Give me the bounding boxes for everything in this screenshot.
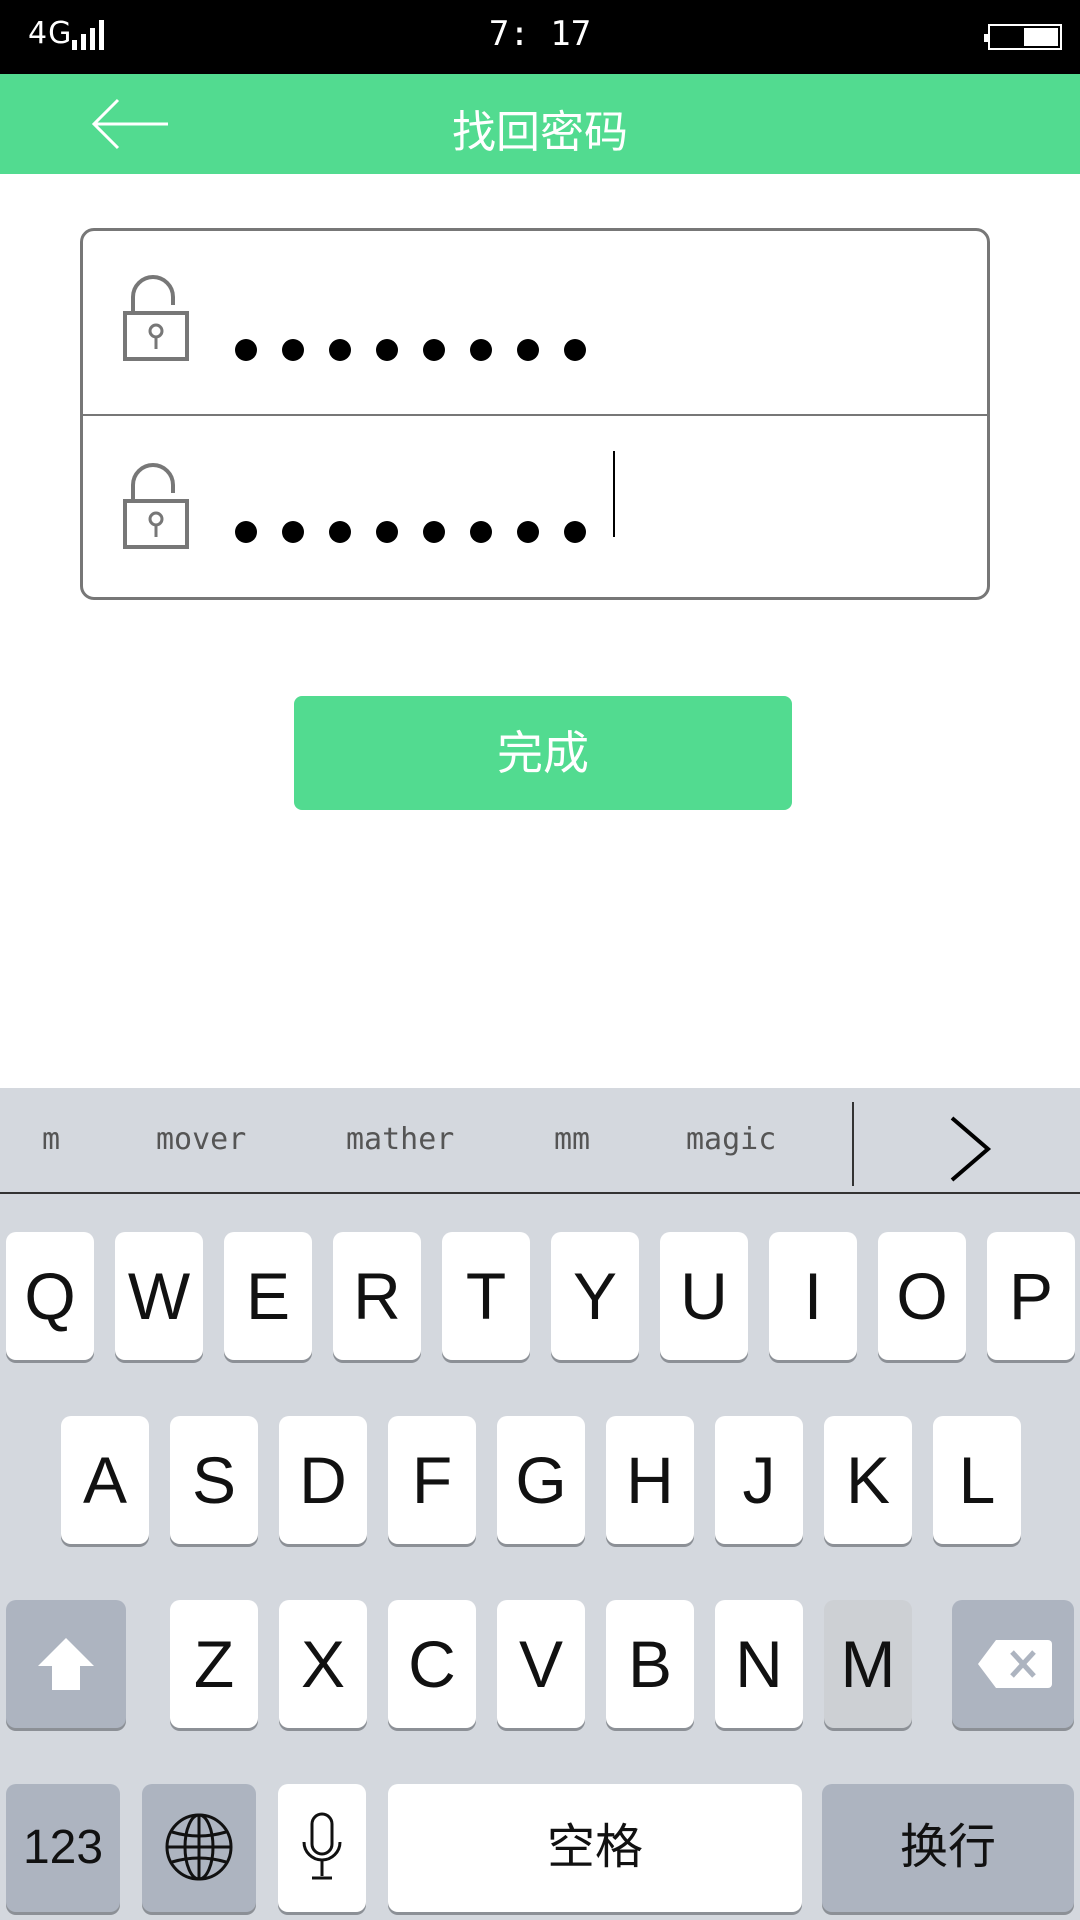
microphone-key[interactable] [278, 1784, 366, 1912]
key-x[interactable]: X [279, 1600, 367, 1728]
microphone-icon [302, 1812, 342, 1880]
key-r[interactable]: R [333, 1232, 421, 1360]
key-o[interactable]: O [878, 1232, 966, 1360]
key-u[interactable]: U [660, 1232, 748, 1360]
key-b[interactable]: B [606, 1600, 694, 1728]
new-password-field[interactable] [83, 231, 987, 415]
key-g[interactable]: G [497, 1416, 585, 1544]
key-p[interactable]: P [987, 1232, 1075, 1360]
key-k[interactable]: K [824, 1416, 912, 1544]
status-bar: 4G 7: 17 [0, 0, 1080, 74]
globe-key[interactable] [142, 1784, 256, 1912]
key-z[interactable]: Z [170, 1600, 258, 1728]
key-n[interactable]: N [715, 1600, 803, 1728]
return-key[interactable]: 换行 [822, 1784, 1074, 1912]
done-button[interactable]: 完成 [294, 696, 792, 810]
clock: 7: 17 [488, 14, 592, 54]
suggestion-bar: m mover mather mm magic [0, 1088, 1080, 1194]
password-mask [235, 339, 586, 361]
suggestion-divider [852, 1102, 854, 1186]
key-l[interactable]: L [933, 1416, 1021, 1544]
app-header: 找回密码 [0, 74, 1080, 174]
key-a[interactable]: A [61, 1416, 149, 1544]
numbers-key[interactable]: 123 [6, 1784, 120, 1912]
shift-key[interactable] [6, 1600, 126, 1728]
password-mask [235, 521, 586, 543]
key-y[interactable]: Y [551, 1232, 639, 1360]
key-m[interactable]: M [824, 1600, 912, 1728]
key-q[interactable]: Q [6, 1232, 94, 1360]
battery-icon [984, 24, 1062, 50]
backspace-icon [978, 1640, 1052, 1688]
globe-icon [165, 1813, 233, 1881]
key-c[interactable]: C [388, 1600, 476, 1728]
unlock-icon [123, 463, 189, 549]
keyboard: m mover mather mm magic Q W E R T Y U I … [0, 1088, 1080, 1920]
password-form [80, 228, 990, 600]
key-w[interactable]: W [115, 1232, 203, 1360]
text-cursor [613, 451, 615, 537]
suggestion-item[interactable]: mover [156, 1122, 246, 1157]
suggestion-item[interactable]: mm [554, 1122, 590, 1157]
page-title: 找回密码 [452, 107, 628, 158]
key-f[interactable]: F [388, 1416, 476, 1544]
suggestion-item[interactable]: m [42, 1122, 60, 1157]
space-key[interactable]: 空格 [388, 1784, 802, 1912]
suggestion-item[interactable]: magic [686, 1122, 776, 1157]
chevron-right-icon[interactable] [946, 1114, 996, 1184]
backspace-key[interactable] [952, 1600, 1074, 1728]
key-e[interactable]: E [224, 1232, 312, 1360]
key-h[interactable]: H [606, 1416, 694, 1544]
confirm-password-field[interactable] [83, 417, 987, 601]
key-j[interactable]: J [715, 1416, 803, 1544]
key-t[interactable]: T [442, 1232, 530, 1360]
key-i[interactable]: I [769, 1232, 857, 1360]
shift-arrow-icon [38, 1638, 94, 1690]
field-divider [83, 414, 987, 416]
key-s[interactable]: S [170, 1416, 258, 1544]
unlock-icon [123, 275, 189, 361]
suggestion-item[interactable]: mather [346, 1122, 454, 1157]
key-v[interactable]: V [497, 1600, 585, 1728]
key-d[interactable]: D [279, 1416, 367, 1544]
